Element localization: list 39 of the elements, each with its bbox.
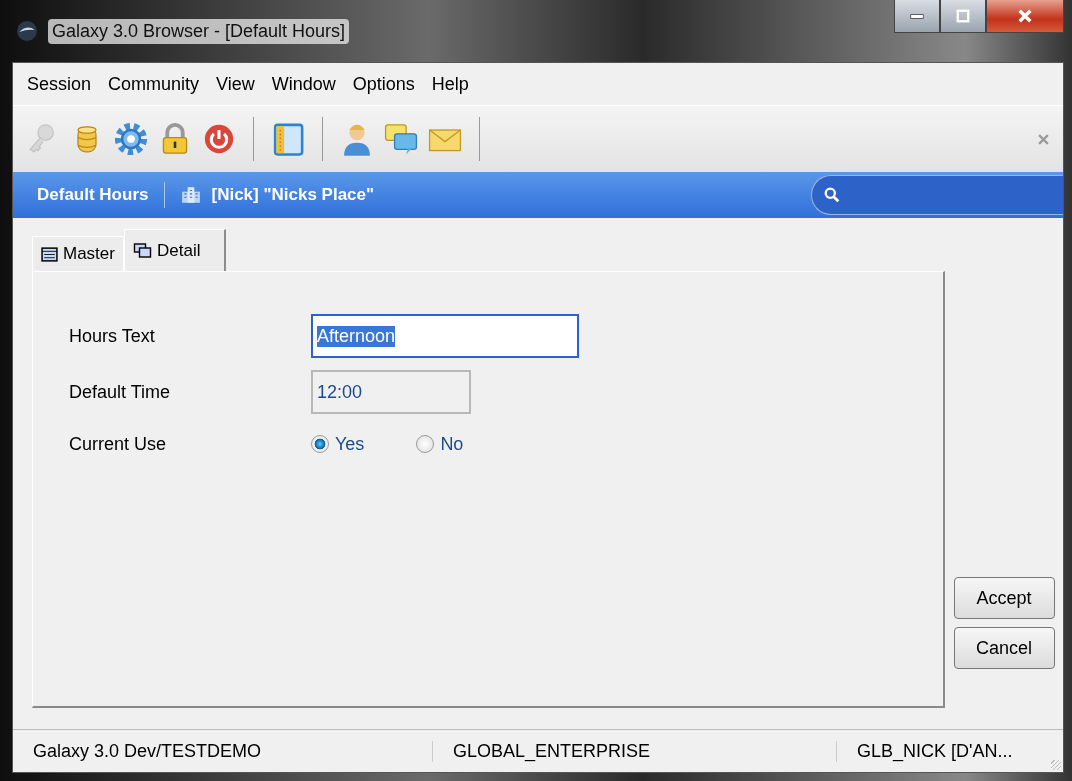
cancel-button[interactable]: Cancel (953, 627, 1055, 669)
status-text: GLB_NICK [D'AN... (856, 740, 1013, 762)
menu-item[interactable]: Session (27, 73, 92, 95)
building-icon (181, 186, 202, 204)
menu-item[interactable]: Community (108, 73, 200, 95)
close-icon (1017, 8, 1033, 24)
time-field[interactable]: 12:00 (311, 370, 471, 414)
location-label: [Nick] "Nicks Place" (211, 185, 375, 205)
app-logo-icon (16, 20, 38, 42)
menu-item[interactable]: Options (352, 73, 415, 95)
window-title: Galaxy 3.0 Browser - [Default Hours] (48, 18, 350, 44)
windows-icon (132, 243, 152, 258)
radio-button[interactable]: No (416, 433, 464, 455)
status-text: Galaxy 3.0 Dev/TESTDEMO (13, 740, 433, 762)
status-text: GLOBAL_ENTERPRISE (433, 740, 837, 762)
close-icon[interactable] (1038, 133, 1049, 145)
window-icon (41, 246, 58, 262)
field-label: Default Time (69, 381, 172, 403)
minimize-button[interactable] (894, 0, 940, 33)
search-icon (824, 187, 840, 203)
field-label: Hours Text (69, 325, 156, 347)
search-field[interactable] (811, 175, 1063, 215)
menu-item[interactable]: Window (271, 73, 336, 95)
field-label: Current Use (69, 433, 168, 455)
close-button[interactable] (986, 0, 1064, 33)
menu-item[interactable]: View (216, 73, 255, 95)
menu-item[interactable]: Help (431, 73, 469, 95)
maximize-button[interactable] (940, 0, 986, 33)
context-title: Default Hours (37, 185, 149, 205)
chat-bubbles-icon[interactable] (383, 121, 419, 157)
tab[interactable]: Master (32, 236, 124, 271)
accept-button[interactable]: Accept (953, 577, 1055, 619)
resize-grip-icon[interactable] (1051, 760, 1061, 770)
tab[interactable]: Detail (123, 229, 227, 271)
minimize-icon (910, 13, 924, 19)
gear-icon[interactable] (113, 121, 149, 157)
text-field[interactable]: Afternoon (311, 314, 579, 358)
radio-button[interactable]: Yes (311, 433, 365, 455)
maximize-icon (956, 9, 970, 23)
